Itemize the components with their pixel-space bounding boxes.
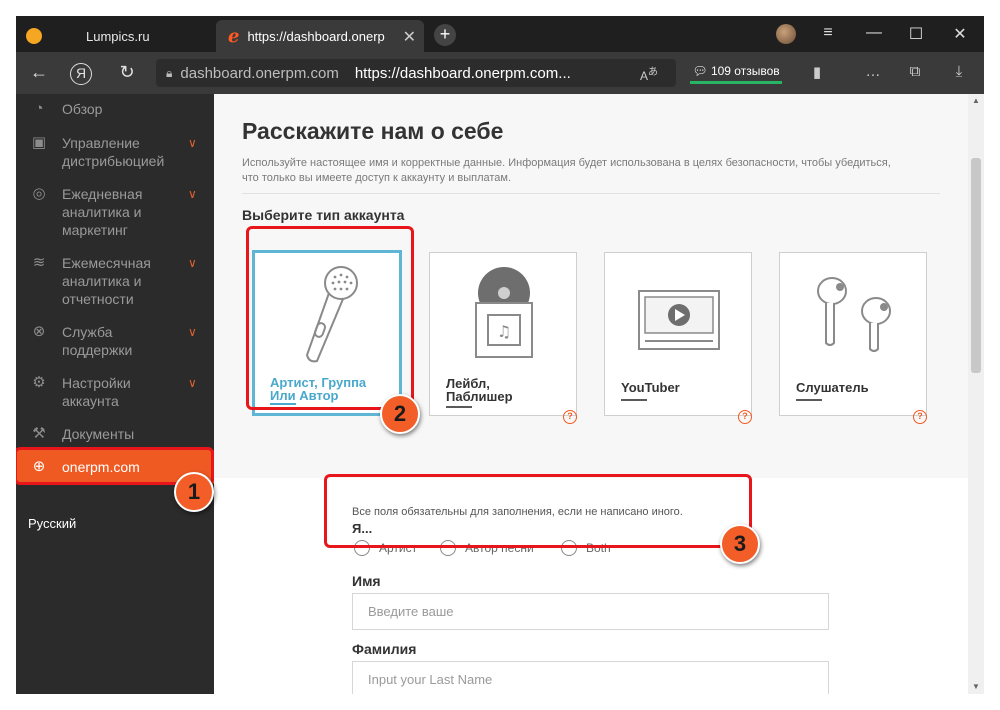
- sidebar-item-label: Ежемесячная аналитика и отчетности: [62, 255, 151, 307]
- last-name-label: Фамилия: [352, 641, 417, 657]
- scroll-up-icon[interactable]: ▲: [968, 96, 984, 105]
- menu-icon[interactable]: ≡: [816, 24, 840, 42]
- lifebuoy-icon: ⊗: [32, 323, 46, 340]
- url-domain: dashboard.onerpm.com: [180, 64, 339, 82]
- distribution-icon: ▣: [31, 134, 47, 151]
- account-type-label-publisher[interactable]: ♫ Лейбл, Паблишер: [429, 252, 577, 416]
- download-icon[interactable]: ⤓: [948, 63, 970, 80]
- language-selector[interactable]: Русский: [28, 516, 76, 531]
- tab-lumpics[interactable]: Lumpics.ru: [16, 20, 212, 52]
- gavel-icon: ⚒: [32, 425, 46, 442]
- scroll-down-icon[interactable]: ▼: [968, 682, 984, 691]
- sidebar-item-label: Управление дистрибьюцией: [62, 135, 165, 169]
- chevron-down-icon: ∨: [188, 136, 197, 150]
- highlight-role-radios: [324, 474, 752, 548]
- account-type-title: Выберите тип аккаунта: [242, 207, 405, 223]
- reload-icon[interactable]: ↻: [114, 62, 140, 83]
- divider: [242, 193, 940, 194]
- highlight-artist-card: [246, 226, 414, 410]
- url-field[interactable]: 🔒︎ dashboard.onerpm.com https://dashboar…: [156, 59, 676, 87]
- reviews-count: 109 отзывов: [710, 64, 780, 78]
- page-title: Расскажите нам о себе: [242, 118, 504, 144]
- account-type-youtuber[interactable]: YouTuber: [604, 252, 752, 416]
- svg-text:♫: ♫: [497, 322, 511, 341]
- sidebar-item-label: Документы: [62, 426, 135, 442]
- url-text: https://dashboard.onerpm.com...: [354, 64, 571, 82]
- profile-avatar[interactable]: [776, 24, 796, 44]
- chevron-down-icon: ∨: [188, 187, 197, 201]
- earbuds-icon: [817, 277, 891, 352]
- label-underline: [796, 399, 822, 401]
- target-icon: ◎: [32, 185, 46, 202]
- coins-icon: ≋: [32, 254, 46, 271]
- onerpm-favicon-icon: ℯ: [228, 26, 240, 46]
- gauge-icon: ◔: [34, 100, 44, 117]
- bookmark-icon[interactable]: ▮: [806, 63, 828, 81]
- sidebar-item-label: Настройки аккаунта: [62, 375, 131, 409]
- help-icon[interactable]: ?: [563, 410, 577, 424]
- chevron-down-icon: ∨: [188, 256, 197, 270]
- sidebar-item-label: Служба поддержки: [62, 324, 133, 358]
- chevron-down-icon: ∨: [188, 325, 197, 339]
- tab-label: https://dashboard.onerp: [247, 28, 385, 44]
- label-underline: [446, 406, 472, 408]
- close-window-icon[interactable]: ✕: [948, 24, 972, 44]
- tab-onerpm[interactable]: ℯ https://dashboard.onerp ✕: [216, 20, 424, 52]
- step-badge-3: 3: [720, 524, 760, 564]
- account-type-label: Слушатель: [796, 380, 869, 395]
- browser-window: Lumpics.ru ℯ https://dashboard.onerp ✕ +…: [16, 16, 984, 694]
- translate-icon[interactable]: Aあ: [638, 63, 660, 83]
- page-scrollbar[interactable]: ▲ ▼: [968, 94, 984, 694]
- last-name-input[interactable]: [352, 661, 829, 694]
- new-tab-button[interactable]: +: [434, 24, 456, 46]
- yandex-icon[interactable]: Я: [70, 63, 92, 85]
- first-name-input[interactable]: [352, 593, 829, 630]
- account-type-label: YouTuber: [621, 380, 680, 395]
- back-icon[interactable]: ←: [26, 62, 52, 83]
- tab-label: Lumpics.ru: [86, 28, 150, 44]
- vinyl-record-icon: ♫: [475, 267, 533, 358]
- sidebar-item-label: Ежедневная аналитика и маркетинг: [62, 186, 143, 238]
- step-badge-1: 1: [174, 472, 214, 512]
- lumpics-favicon-icon: [26, 28, 42, 44]
- help-icon[interactable]: ?: [913, 410, 927, 424]
- reviews-button[interactable]: 💬︎ 109 отзывов: [690, 64, 782, 84]
- maximize-icon[interactable]: ☐: [904, 24, 928, 44]
- sidebar-item-label: Обзор: [62, 101, 103, 117]
- minimize-icon[interactable]: —: [862, 24, 886, 42]
- scroll-thumb[interactable]: [971, 158, 981, 373]
- gear-icon: ⚙: [32, 374, 46, 391]
- tab-strip: Lumpics.ru ℯ https://dashboard.onerp ✕ +…: [16, 16, 984, 52]
- chevron-down-icon: ∨: [188, 376, 197, 390]
- label-underline: [621, 399, 647, 401]
- close-tab-icon[interactable]: ✕: [403, 27, 416, 47]
- first-name-label: Имя: [352, 573, 381, 589]
- help-icon[interactable]: ?: [738, 410, 752, 424]
- extensions-icon[interactable]: ⧉: [904, 63, 926, 80]
- page-description: Используйте настоящее имя и корректные д…: [242, 157, 891, 184]
- account-type-label: Лейбл, Паблишер: [446, 376, 513, 404]
- more-icon[interactable]: …: [862, 63, 884, 80]
- step-badge-2: 2: [380, 394, 420, 434]
- address-bar: ← Я ↻ 🔒︎ dashboard.onerpm.com https://da…: [16, 52, 984, 94]
- sidebar: ◔ Обзор ▣ Управление дистрибьюцией ∨ ◎ Е…: [16, 94, 214, 694]
- video-player-icon: [638, 290, 720, 350]
- lock-icon: 🔒︎: [166, 65, 173, 80]
- account-type-listener[interactable]: Слушатель: [779, 252, 927, 416]
